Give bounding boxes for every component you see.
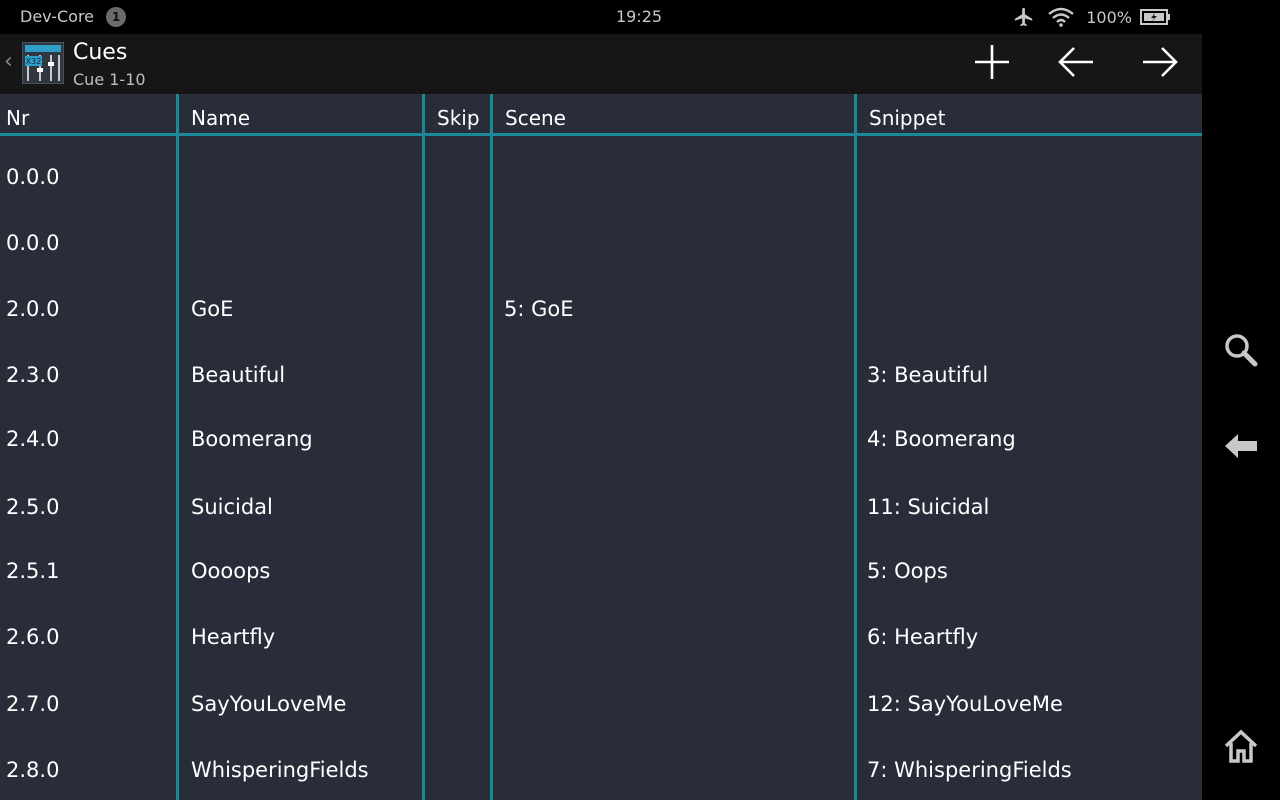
cell-nr: 2.5.0 [6,495,60,519]
search-icon [1223,332,1259,372]
add-button[interactable] [970,42,1014,86]
arrow-right-icon [1141,43,1179,85]
table-row[interactable]: 2.5.1 Oooops 5: Oops [0,558,1202,618]
home-button[interactable] [1219,726,1263,770]
cell-name: WhisperingFields [191,758,369,782]
cell-snippet: 6: Heartfly [867,625,979,649]
cell-name: SayYouLoveMe [191,692,347,716]
cell-nr: 2.5.1 [6,559,60,583]
cell-nr: 0.0.0 [6,165,60,189]
cell-nr: 2.0.0 [6,297,60,321]
page-title: Cues [73,40,128,65]
table-row[interactable]: 0.0.0 [0,230,1202,290]
cell-snippet: 4: Boomerang [867,427,1016,451]
cell-name: Heartfly [191,625,276,649]
navigation-bar [1202,0,1280,800]
app-logo-text: X32 [26,57,42,66]
wifi-icon [1048,7,1075,27]
cell-name: Boomerang [191,427,313,451]
header-snippet[interactable]: Snippet [869,106,945,130]
cell-name: Beautiful [191,363,286,387]
table-row[interactable]: 0.0.0 [0,164,1202,224]
status-right: 100% [1012,6,1172,28]
cell-nr: 2.3.0 [6,363,60,387]
cell-name: Suicidal [191,495,273,519]
table-row[interactable]: 2.3.0 Beautiful 3: Beautiful [0,362,1202,422]
back-button[interactable] [1219,426,1263,470]
cue-table: Nr Name Skip Scene Snippet 0.0.0 0.0.0 2.0… [0,94,1202,800]
cell-snippet: 5: Oops [867,559,948,583]
add-icon [973,43,1011,85]
cell-nr: 2.4.0 [6,427,60,451]
app-logo-icon[interactable]: X32 [21,41,65,85]
table-row[interactable]: 2.4.0 Boomerang 4: Boomerang [0,426,1202,486]
previous-button[interactable] [1054,42,1098,86]
back-icon [1223,431,1259,465]
airplane-icon [1012,6,1036,28]
page-subtitle: Cue 1-10 [73,70,146,89]
header-scene[interactable]: Scene [505,106,566,130]
table-row[interactable]: 2.0.0 GoE 5: GoE [0,296,1202,356]
cell-nr: 0.0.0 [6,231,60,255]
battery-label: 100% [1086,7,1132,27]
cell-nr: 2.7.0 [6,692,60,716]
cell-name: GoE [191,297,234,321]
cell-nr: 2.6.0 [6,625,60,649]
cell-snippet: 12: SayYouLoveMe [867,692,1063,716]
cell-snippet: 7: WhisperingFields [867,758,1072,782]
table-row[interactable]: 2.5.0 Suicidal 11: Suicidal [0,494,1202,554]
cell-name: Oooops [191,559,271,583]
header-skip[interactable]: Skip [437,106,480,130]
up-navigation-icon[interactable]: ‹ [4,49,13,74]
action-bar: ‹ X32 Cues Cue 1-10 [0,34,1202,94]
cell-snippet: 11: Suicidal [867,495,990,519]
cell-scene: 5: GoE [504,297,574,321]
table-row[interactable]: 2.6.0 Heartfly 6: Heartfly [0,624,1202,684]
cell-snippet: 3: Beautiful [867,363,989,387]
header-nr[interactable]: Nr [6,106,29,130]
search-button[interactable] [1219,330,1263,374]
home-icon [1223,729,1259,767]
status-bar: Dev-Core 1 19:25 100% [0,0,1202,34]
table-row[interactable]: 2.8.0 WhisperingFields 7: WhisperingFields [0,757,1202,800]
table-header: Nr Name Skip Scene Snippet [0,94,1202,136]
app-window: Dev-Core 1 19:25 100% ‹ X32 Cues Cue 1-1… [0,0,1202,800]
battery-icon [1140,8,1172,26]
cell-nr: 2.8.0 [6,758,60,782]
header-name[interactable]: Name [191,106,250,130]
next-button[interactable] [1138,42,1182,86]
table-row[interactable]: 2.7.0 SayYouLoveMe 12: SayYouLoveMe [0,691,1202,751]
arrow-left-icon [1057,43,1095,85]
